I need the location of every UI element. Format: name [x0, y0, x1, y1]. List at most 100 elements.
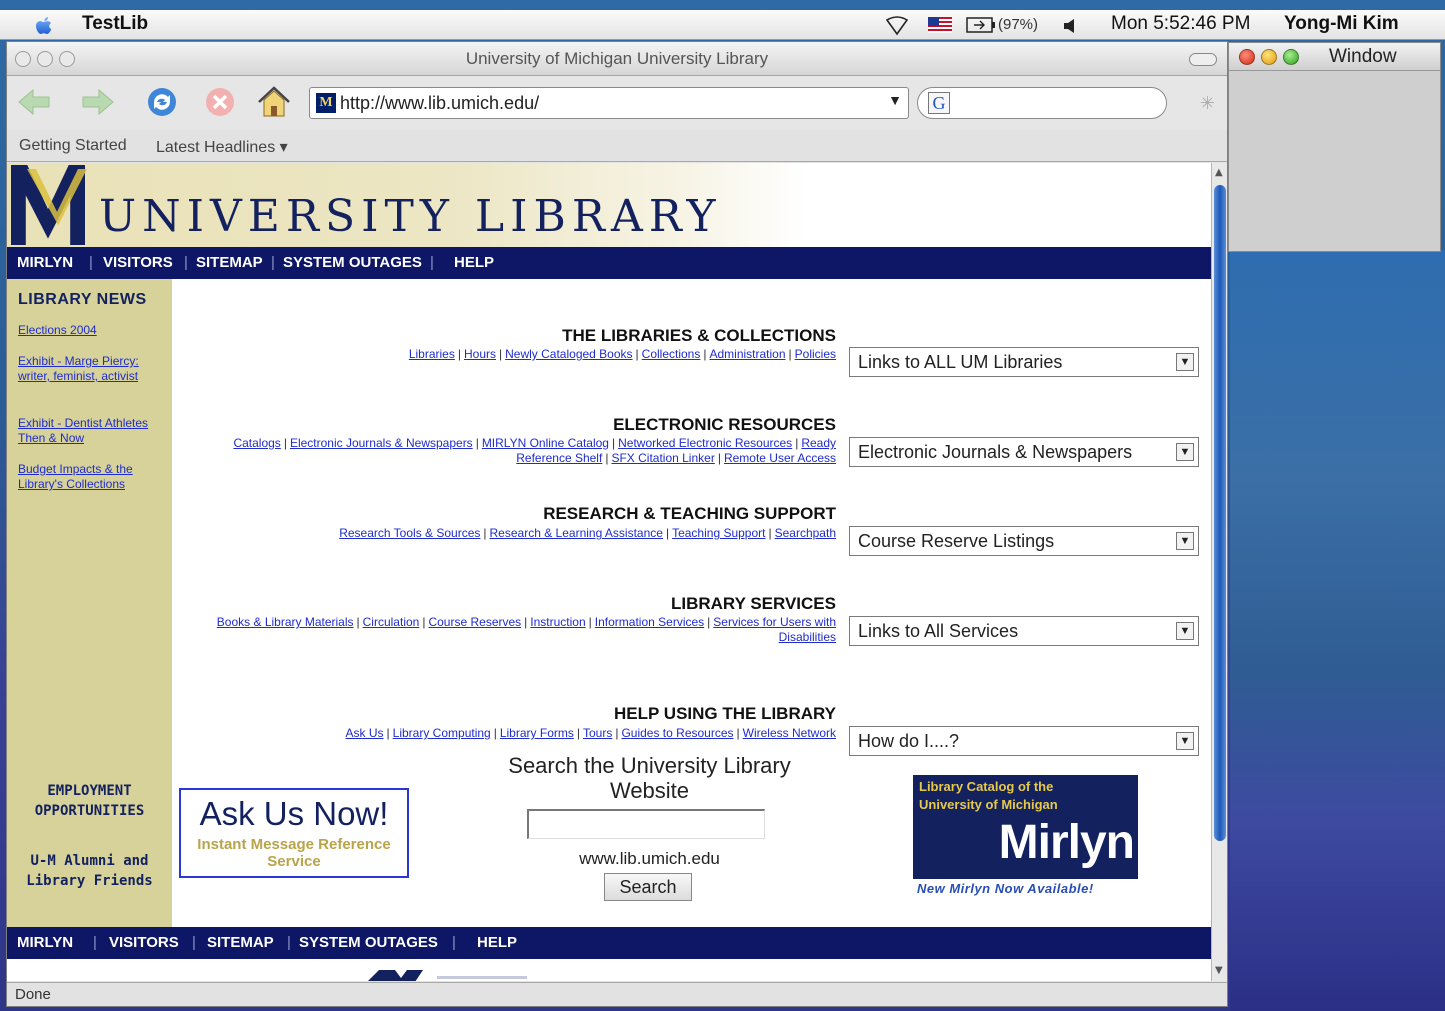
nav-sitemap[interactable]: SITEMAP — [207, 934, 274, 951]
link-books-materials[interactable]: Books & Library Materials — [217, 615, 354, 629]
nav-mirlyn[interactable]: MIRLYN — [17, 934, 73, 951]
address-bar[interactable]: M http://www.lib.umich.edu/ ▼ — [309, 87, 909, 119]
electronic-select[interactable]: Electronic Journals & Newspapers ▼ — [849, 437, 1199, 467]
link-networked-resources[interactable]: Networked Electronic Resources — [618, 436, 792, 450]
background-window-titlebar[interactable]: Window — [1229, 43, 1440, 71]
address-url[interactable]: http://www.lib.umich.edu/ — [340, 93, 539, 114]
research-select[interactable]: Course Reserve Listings ▼ — [849, 526, 1199, 556]
link-collections[interactable]: Collections — [642, 347, 701, 361]
link-ask-us[interactable]: Ask Us — [346, 726, 384, 740]
nav-divider: | — [184, 254, 188, 271]
forward-button[interactable] — [79, 83, 117, 121]
link-remote-access[interactable]: Remote User Access — [724, 451, 836, 465]
battery-icon[interactable] — [966, 17, 996, 33]
chevron-down-icon[interactable]: ▼ — [1176, 353, 1194, 371]
apple-menu-icon[interactable] — [32, 13, 56, 37]
zoom-icon[interactable] — [1283, 49, 1299, 65]
volume-icon[interactable] — [1062, 18, 1080, 34]
nav-system-outages[interactable]: SYSTEM OUTAGES — [283, 254, 422, 271]
link-circulation[interactable]: Circulation — [363, 615, 420, 629]
google-search-field[interactable]: G — [917, 87, 1167, 119]
link-library-forms[interactable]: Library Forms — [500, 726, 574, 740]
search-button[interactable]: Search — [604, 873, 692, 901]
news-link-piercy-exhibit[interactable]: Exhibit - Marge Piercy: writer, feminist… — [18, 354, 163, 384]
link-research-tools[interactable]: Research Tools & Sources — [339, 526, 480, 540]
reload-button[interactable] — [143, 83, 181, 121]
link-instruction[interactable]: Instruction — [530, 615, 585, 629]
home-button[interactable] — [255, 83, 293, 121]
minimize-icon[interactable] — [1261, 49, 1277, 65]
news-link-elections[interactable]: Elections 2004 — [18, 323, 163, 338]
bookmark-latest-headlines[interactable]: Latest Headlines ▾ — [156, 137, 288, 157]
site-search-domain: www.lib.umich.edu — [579, 849, 720, 868]
link-newly-cataloged[interactable]: Newly Cataloged Books — [505, 347, 632, 361]
help-select[interactable]: How do I....? ▼ — [849, 726, 1199, 756]
news-link-budget-impacts[interactable]: Budget Impacts & the Library's Collectio… — [18, 462, 163, 492]
back-button[interactable] — [15, 83, 53, 121]
nav-visitors[interactable]: VISITORS — [103, 254, 173, 271]
ask-us-now-banner[interactable]: Ask Us Now! Instant Message Reference Se… — [179, 788, 409, 878]
nav-help[interactable]: HELP — [477, 934, 517, 951]
link-hours[interactable]: Hours — [464, 347, 496, 361]
link-course-reserves[interactable]: Course Reserves — [428, 615, 521, 629]
link-policies[interactable]: Policies — [795, 347, 836, 361]
status-bar: Done — [7, 982, 1227, 1006]
nav-visitors[interactable]: VISITORS — [109, 934, 179, 951]
news-sidebar: LIBRARY NEWS Elections 2004 Exhibit - Ma… — [7, 279, 172, 927]
nav-divider: | — [430, 254, 434, 271]
menubar-user[interactable]: Yong-Mi Kim — [1284, 13, 1399, 35]
nav-divider: | — [452, 934, 456, 951]
nav-system-outages[interactable]: SYSTEM OUTAGES — [299, 934, 438, 951]
link-mirlyn-online[interactable]: MIRLYN Online Catalog — [482, 436, 609, 450]
libraries-select[interactable]: Links to ALL UM Libraries ▼ — [849, 347, 1199, 377]
link-administration[interactable]: Administration — [709, 347, 785, 361]
link-sfx-citation[interactable]: SFX Citation Linker — [611, 451, 714, 465]
news-link-dentist-exhibit[interactable]: Exhibit - Dentist Athletes Then & Now — [18, 416, 163, 446]
app-menu-title[interactable]: TestLib — [82, 13, 148, 35]
chevron-down-icon[interactable]: ▼ — [888, 92, 902, 108]
alumni-friends-link[interactable]: U-M Alumni and Library Friends — [7, 851, 172, 891]
employment-link[interactable]: EMPLOYMENT OPPORTUNITIES — [7, 781, 172, 821]
bookmark-getting-started[interactable]: Getting Started — [19, 137, 127, 155]
link-library-computing[interactable]: Library Computing — [393, 726, 491, 740]
stop-button[interactable] — [201, 83, 239, 121]
toolbar-toggle-button[interactable] — [1189, 53, 1217, 66]
link-guides[interactable]: Guides to Resources — [621, 726, 733, 740]
link-searchpath[interactable]: Searchpath — [775, 526, 836, 540]
nav-help[interactable]: HELP — [454, 254, 494, 271]
airport-icon[interactable] — [885, 16, 909, 36]
browser-titlebar[interactable]: University of Michigan University Librar… — [7, 42, 1227, 76]
scrollbar-thumb[interactable] — [1214, 185, 1226, 841]
site-search-input[interactable] — [527, 809, 765, 839]
mirlyn-catalog-banner[interactable]: Library Catalog of the University of Mic… — [913, 775, 1138, 879]
nav-mirlyn[interactable]: MIRLYN — [17, 254, 73, 271]
scroll-down-arrow-icon[interactable]: ▼ — [1215, 965, 1223, 976]
link-electronic-journals[interactable]: Electronic Journals & Newspapers — [290, 436, 473, 450]
link-tours[interactable]: Tours — [583, 726, 612, 740]
close-icon[interactable] — [1239, 49, 1255, 65]
nav-sitemap[interactable]: SITEMAP — [196, 254, 263, 271]
link-wireless[interactable]: Wireless Network — [743, 726, 836, 740]
mirlyn-announcement[interactable]: New Mirlyn Now Available! — [917, 881, 1094, 896]
us-flag-input-icon[interactable] — [928, 17, 952, 33]
link-research-assistance[interactable]: Research & Learning Assistance — [490, 526, 663, 540]
background-window[interactable]: Window — [1228, 42, 1441, 252]
services-select[interactable]: Links to All Services ▼ — [849, 616, 1199, 646]
vertical-scrollbar[interactable]: ▲ ▼ — [1211, 163, 1227, 981]
library-news-heading: LIBRARY NEWS — [18, 291, 147, 308]
link-teaching-support[interactable]: Teaching Support — [672, 526, 765, 540]
google-icon[interactable]: G — [928, 92, 950, 114]
section-title-help: HELP USING THE LIBRARY — [614, 704, 836, 723]
link-catalogs[interactable]: Catalogs — [233, 436, 280, 450]
back-arrow-icon — [18, 88, 50, 116]
section-title-services: LIBRARY SERVICES — [670, 594, 836, 613]
chevron-down-icon[interactable]: ▼ — [1176, 622, 1194, 640]
menubar-clock[interactable]: Mon 5:52:46 PM — [1111, 13, 1250, 35]
link-information-services[interactable]: Information Services — [595, 615, 704, 629]
link-libraries[interactable]: Libraries — [409, 347, 455, 361]
chevron-down-icon[interactable]: ▼ — [1176, 443, 1194, 461]
chevron-down-icon[interactable]: ▼ — [1176, 732, 1194, 750]
scroll-up-arrow-icon[interactable]: ▲ — [1215, 167, 1223, 178]
link-disability-services[interactable]: Services for Users with Disabilities — [713, 615, 836, 644]
chevron-down-icon[interactable]: ▼ — [1176, 532, 1194, 550]
